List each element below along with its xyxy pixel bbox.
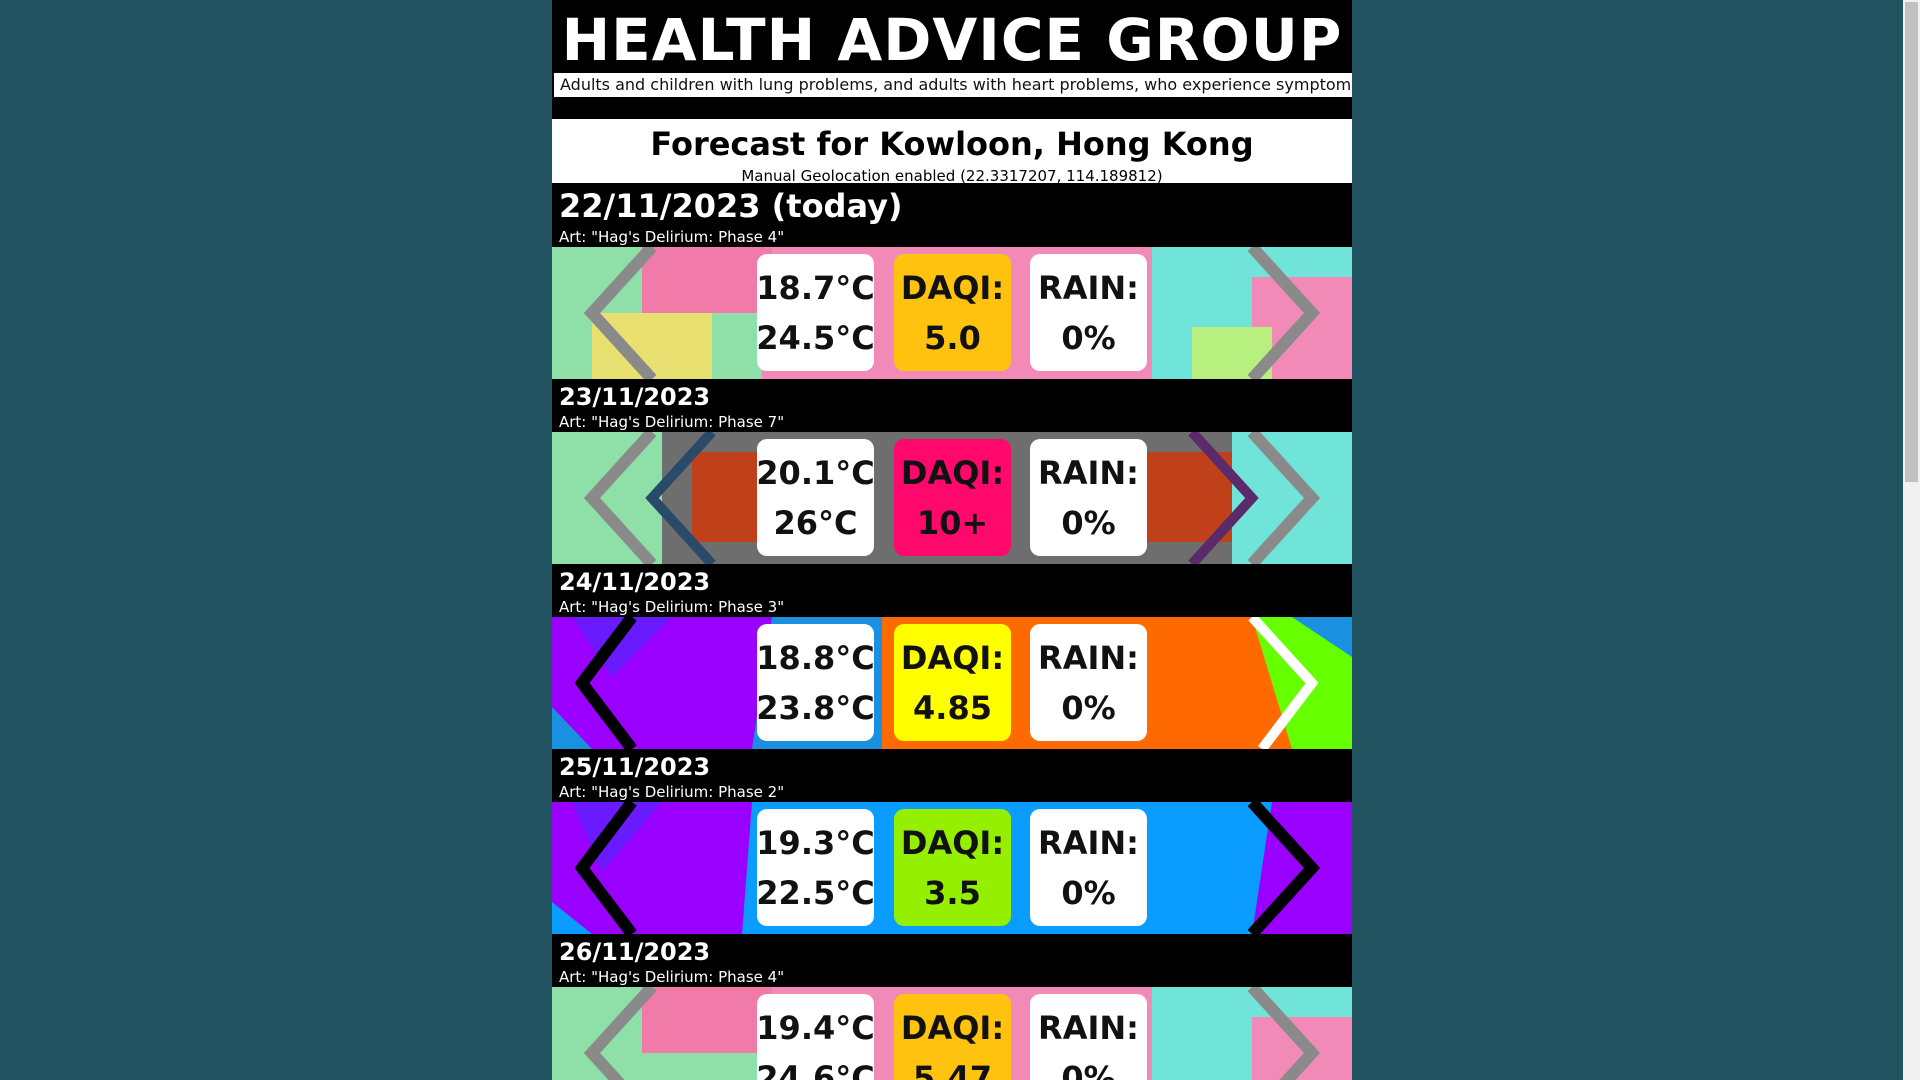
rain-card: RAIN: 0% (1030, 439, 1147, 556)
scrollbar-thumb[interactable] (1905, 2, 1918, 482)
rain-value: 0% (1061, 318, 1116, 357)
rain-value: 0% (1061, 688, 1116, 727)
forecast-title: Forecast for Kowloon, Hong Kong (650, 125, 1254, 163)
temperature-card: 18.8°C 23.8°C (756, 624, 875, 741)
day-date: 25/11/2023 (559, 753, 711, 781)
temperature-low: 19.4°C (756, 1008, 875, 1047)
daqi-value: 3.5 (924, 873, 981, 912)
art-banner: 18.8°C 23.8°C DAQI: 4.85 RAIN: 0% (552, 617, 1352, 749)
temperature-high: 26°C (773, 503, 858, 542)
rain-label: RAIN: (1038, 1008, 1139, 1047)
art-credit: Art: "Hag's Delirium: Phase 4" (559, 228, 785, 246)
geolocation-note: Manual Geolocation enabled (22.3317207, … (741, 167, 1163, 185)
art-credit: Art: "Hag's Delirium: Phase 2" (559, 783, 785, 801)
temperature-high: 23.8°C (756, 688, 875, 727)
main-content: HEALTH ADVICE GROUP Adults and children … (552, 0, 1352, 1080)
rain-card: RAIN: 0% (1030, 994, 1147, 1080)
rain-value: 0% (1061, 873, 1116, 912)
daqi-label: DAQI: (900, 1008, 1005, 1047)
day-header: 22/11/2023 (today) Art: "Hag's Delirium:… (552, 183, 1352, 247)
daqi-value: 5.0 (924, 318, 981, 357)
site-title: HEALTH ADVICE GROUP (561, 6, 1343, 74)
day-forecast: 25/11/2023 Art: "Hag's Delirium: Phase 2… (552, 749, 1352, 934)
daqi-card: DAQI: 3.5 (894, 809, 1011, 926)
art-banner: 19.4°C 24.6°C DAQI: 5.47 RAIN: 0% (552, 987, 1352, 1080)
rain-value: 0% (1061, 1058, 1116, 1080)
daqi-card: DAQI: 4.85 (894, 624, 1011, 741)
temperature-card: 18.7°C 24.5°C (756, 254, 875, 371)
art-banner: 18.7°C 24.5°C DAQI: 5.0 RAIN: 0% (552, 247, 1352, 379)
vertical-scrollbar[interactable] (1903, 0, 1920, 1080)
temperature-high: 24.6°C (756, 1058, 875, 1080)
day-forecast: 22/11/2023 (today) Art: "Hag's Delirium:… (552, 183, 1352, 379)
art-credit: Art: "Hag's Delirium: Phase 3" (559, 598, 785, 616)
daqi-value: 4.85 (913, 688, 992, 727)
temperature-card: 19.3°C 22.5°C (756, 809, 875, 926)
temperature-low: 20.1°C (756, 453, 875, 492)
day-date: 26/11/2023 (559, 938, 711, 966)
art-credit: Art: "Hag's Delirium: Phase 4" (559, 968, 785, 986)
day-header: 26/11/2023 Art: "Hag's Delirium: Phase 4… (552, 934, 1352, 987)
rain-label: RAIN: (1038, 638, 1139, 677)
temperature-card: 20.1°C 26°C (756, 439, 875, 556)
temperature-card: 19.4°C 24.6°C (756, 994, 875, 1080)
day-date: 22/11/2023 (today) (559, 187, 903, 225)
temperature-low: 19.3°C (756, 823, 875, 862)
day-date: 23/11/2023 (559, 383, 711, 411)
rain-card: RAIN: 0% (1030, 254, 1147, 371)
day-header: 24/11/2023 Art: "Hag's Delirium: Phase 3… (552, 564, 1352, 617)
daqi-card: DAQI: 5.0 (894, 254, 1011, 371)
rain-label: RAIN: (1038, 453, 1139, 492)
day-header: 25/11/2023 Art: "Hag's Delirium: Phase 2… (552, 749, 1352, 802)
daqi-label: DAQI: (900, 268, 1005, 307)
temperature-high: 22.5°C (756, 873, 875, 912)
daqi-value: 5.47 (913, 1058, 992, 1080)
daqi-value: 10+ (916, 503, 989, 542)
forecast-header: Forecast for Kowloon, Hong Kong Manual G… (552, 119, 1352, 185)
daqi-label: DAQI: (900, 823, 1005, 862)
daqi-label: DAQI: (900, 453, 1005, 492)
day-forecast: 24/11/2023 Art: "Hag's Delirium: Phase 3… (552, 564, 1352, 749)
temperature-low: 18.8°C (756, 638, 875, 677)
health-advice-ticker: Adults and children with lung problems, … (554, 73, 1352, 97)
daqi-label: DAQI: (900, 638, 1005, 677)
rain-card: RAIN: 0% (1030, 809, 1147, 926)
daqi-card: DAQI: 5.47 (894, 994, 1011, 1080)
day-forecast: 23/11/2023 Art: "Hag's Delirium: Phase 7… (552, 379, 1352, 564)
rain-value: 0% (1061, 503, 1116, 542)
daqi-card: DAQI: 10+ (894, 439, 1011, 556)
day-date: 24/11/2023 (559, 568, 711, 596)
temperature-high: 24.5°C (756, 318, 875, 357)
rain-label: RAIN: (1038, 268, 1139, 307)
rain-card: RAIN: 0% (1030, 624, 1147, 741)
art-banner: 20.1°C 26°C DAQI: 10+ RAIN: 0% (552, 432, 1352, 564)
art-banner: 19.3°C 22.5°C DAQI: 3.5 RAIN: 0% (552, 802, 1352, 934)
day-forecast: 26/11/2023 Art: "Hag's Delirium: Phase 4… (552, 934, 1352, 1080)
art-credit: Art: "Hag's Delirium: Phase 7" (559, 413, 785, 431)
temperature-low: 18.7°C (756, 268, 875, 307)
rain-label: RAIN: (1038, 823, 1139, 862)
day-header: 23/11/2023 Art: "Hag's Delirium: Phase 7… (552, 379, 1352, 432)
